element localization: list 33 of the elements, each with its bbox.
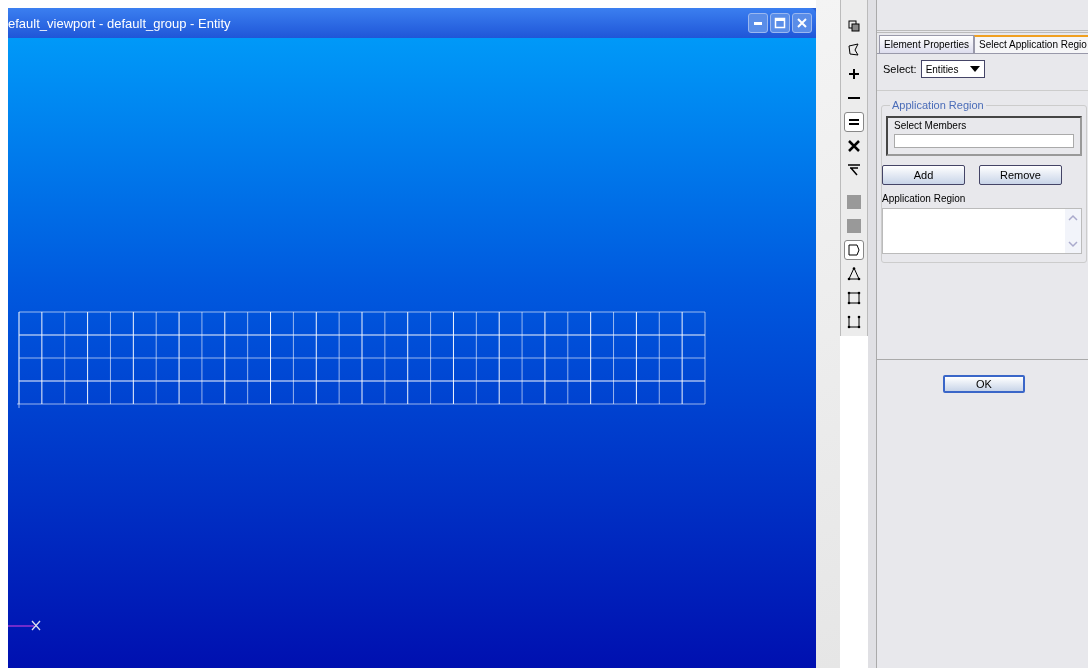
rectangle-icon	[846, 290, 862, 306]
tool-button[interactable]	[844, 240, 864, 260]
square-icon	[846, 218, 862, 234]
close-icon	[797, 18, 807, 28]
tab[interactable]: Element Properties	[879, 35, 975, 53]
cross-icon	[846, 138, 862, 154]
copy-icon	[846, 18, 862, 34]
plus-icon	[846, 66, 862, 82]
minimize-button[interactable]	[748, 13, 768, 33]
members-label: Select Members	[894, 120, 968, 131]
close-button[interactable]	[792, 13, 812, 33]
window-title: efault_viewport - default_group - Entity	[8, 15, 231, 31]
select-label: Select:	[883, 63, 917, 75]
ok-button[interactable]: OK	[943, 375, 1025, 393]
triangle-icon	[846, 266, 862, 282]
action-button[interactable]: Add	[882, 165, 965, 185]
minimize-icon	[754, 21, 762, 25]
select-dropdown[interactable]: Entities	[920, 60, 985, 78]
polygon-icon	[846, 242, 862, 258]
square-icon	[846, 194, 862, 210]
members-field[interactable]	[894, 134, 1074, 148]
action-button[interactable]: Remove	[979, 165, 1062, 185]
tool-button[interactable]	[844, 112, 864, 132]
maximize-icon	[774, 17, 786, 29]
caret-icon	[969, 66, 980, 72]
equals-icon	[849, 119, 859, 125]
open-rectangle-icon	[846, 314, 862, 330]
minus-icon	[848, 97, 860, 99]
maximize-button[interactable]	[770, 13, 790, 33]
tab[interactable]: Select Application Regio	[974, 35, 1088, 53]
group-title: Application Region	[890, 99, 986, 111]
lasso-icon	[846, 42, 862, 58]
list-label: Application Region	[882, 193, 967, 204]
